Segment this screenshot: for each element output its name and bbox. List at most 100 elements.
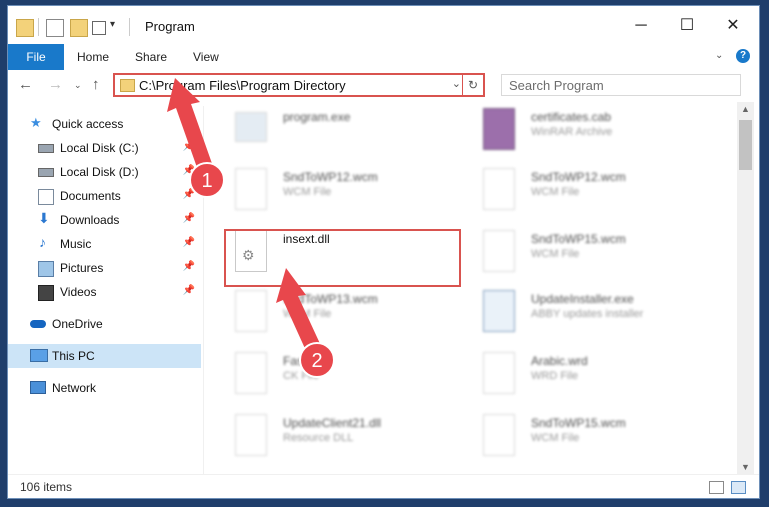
search-box[interactable]: Search Program bbox=[501, 74, 741, 96]
sidebar-item-label: This PC bbox=[52, 349, 95, 363]
drive-icon bbox=[38, 168, 54, 177]
file-icon bbox=[483, 168, 515, 210]
customize-qat-icon[interactable] bbox=[92, 21, 106, 35]
sidebar-item-label: Network bbox=[52, 381, 97, 395]
refresh-icon[interactable]: ↻ bbox=[462, 75, 483, 95]
file-icon bbox=[483, 230, 515, 272]
videos-icon bbox=[38, 285, 54, 301]
file-item[interactable]: UpdateInstaller.exe ABBY updates install… bbox=[471, 284, 701, 340]
scroll-thumb[interactable] bbox=[739, 120, 752, 170]
qat-dropdown-icon[interactable]: ▾ bbox=[110, 19, 115, 30]
scroll-down-icon[interactable]: ▼ bbox=[741, 462, 750, 472]
sidebar-item-local-disk-d[interactable]: Local Disk (D:) 📌 bbox=[8, 160, 201, 184]
downloads-icon: ⬇ bbox=[38, 210, 50, 226]
sidebar-item-onedrive[interactable]: OneDrive bbox=[8, 312, 201, 336]
sidebar-item-this-pc[interactable]: This PC bbox=[8, 344, 201, 368]
file-name: certificates.cab bbox=[531, 110, 612, 124]
ribbon: File Home Share View ⌄ ? bbox=[8, 44, 759, 71]
sidebar-item-label: Quick access bbox=[52, 117, 124, 131]
sidebar-item-network[interactable]: Network bbox=[8, 376, 201, 400]
back-arrow-icon[interactable]: ← bbox=[18, 76, 33, 93]
pin-icon[interactable]: 📌 bbox=[183, 213, 195, 224]
pin-icon[interactable]: 📌 bbox=[183, 285, 195, 296]
minimize-button[interactable]: ─ bbox=[618, 14, 664, 38]
file-icon bbox=[235, 290, 267, 332]
highlight-box bbox=[224, 229, 461, 287]
pictures-icon bbox=[38, 261, 54, 277]
details-view-icon[interactable] bbox=[709, 481, 724, 494]
file-icon bbox=[483, 352, 515, 394]
file-type: WinRAR Archive bbox=[531, 126, 613, 138]
file-item[interactable]: program.exe bbox=[223, 102, 453, 158]
sidebar-item-local-disk-c[interactable]: Local Disk (C:) 📌 bbox=[8, 136, 201, 160]
file-item[interactable]: SndToWP15.wcm WCM File bbox=[471, 408, 701, 464]
file-name: Arabic.wrd bbox=[531, 354, 588, 368]
file-name: FastDisk bbox=[283, 354, 330, 368]
sidebar-item-downloads[interactable]: ⬇ Downloads 📌 bbox=[8, 208, 201, 232]
file-name: SndToWP15.wcm bbox=[531, 232, 626, 246]
window-title: Program bbox=[145, 19, 195, 34]
sidebar-item-videos[interactable]: Videos 📌 bbox=[8, 280, 201, 304]
address-bar[interactable]: C:\Program Files\Program Directory ⌄ ↻ bbox=[113, 73, 485, 97]
tab-view[interactable]: View bbox=[193, 44, 219, 70]
up-arrow-icon[interactable]: ↑ bbox=[92, 76, 100, 93]
close-button[interactable]: ✕ bbox=[710, 14, 756, 38]
archive-icon bbox=[483, 108, 515, 150]
tab-home[interactable]: Home bbox=[77, 44, 109, 70]
pin-icon[interactable]: 📌 bbox=[183, 165, 195, 176]
tab-share[interactable]: Share bbox=[135, 44, 167, 70]
sidebar-item-documents[interactable]: Documents 📌 bbox=[8, 184, 201, 208]
pin-icon[interactable]: 📌 bbox=[183, 141, 195, 152]
sidebar-item-label: Music bbox=[60, 237, 92, 251]
folder-icon bbox=[16, 19, 34, 37]
file-name: UpdateClient21.dll bbox=[283, 416, 382, 430]
address-path[interactable]: C:\Program Files\Program Directory bbox=[139, 78, 346, 93]
network-icon bbox=[30, 381, 46, 394]
search-placeholder[interactable]: Search Program bbox=[509, 78, 604, 93]
file-item[interactable]: Arabic.wrd WRD File bbox=[471, 346, 701, 402]
drive-icon bbox=[38, 144, 54, 153]
file-item[interactable]: SndToWP15.wcm WCM File bbox=[471, 224, 701, 280]
tab-file[interactable]: File bbox=[8, 44, 64, 70]
folder-icon bbox=[120, 79, 135, 92]
file-item[interactable]: UpdateClient21.dll Resource DLL bbox=[223, 408, 453, 464]
file-item[interactable]: SndToWP12.wcm WCM File bbox=[223, 162, 453, 218]
navigation-bar: ← → ⌄ ↑ C:\Program Files\Program Directo… bbox=[8, 70, 759, 102]
sidebar-item-music[interactable]: ♪ Music 📌 bbox=[8, 232, 201, 256]
ribbon-expand-icon[interactable]: ⌄ bbox=[715, 50, 723, 61]
file-item[interactable]: SndToWP12.wcm WCM File bbox=[471, 162, 701, 218]
navigation-pane: ★ Quick access Local Disk (C:) 📌 Local D… bbox=[8, 106, 203, 464]
pin-icon[interactable]: 📌 bbox=[183, 237, 195, 248]
properties-icon[interactable] bbox=[46, 19, 64, 37]
file-type: WCM File bbox=[283, 186, 332, 198]
exe-icon bbox=[235, 112, 267, 142]
address-dropdown-icon[interactable]: ⌄ bbox=[452, 77, 461, 90]
forward-arrow-icon[interactable]: → bbox=[48, 76, 63, 93]
sidebar-item-label: OneDrive bbox=[52, 317, 103, 331]
file-name: SndToWP15.wcm bbox=[531, 416, 626, 430]
file-item[interactable]: SndToWP13.wcm WCM File bbox=[223, 284, 453, 340]
item-count: 106 items bbox=[20, 480, 73, 494]
large-icons-view-icon[interactable] bbox=[731, 481, 746, 494]
file-type: WCM File bbox=[531, 186, 580, 198]
help-icon[interactable]: ? bbox=[736, 49, 750, 63]
maximize-button[interactable]: ☐ bbox=[664, 14, 710, 38]
sidebar-item-label: Downloads bbox=[60, 213, 120, 227]
new-folder-icon[interactable] bbox=[70, 19, 88, 37]
installer-icon bbox=[483, 290, 515, 332]
recent-locations-icon[interactable]: ⌄ bbox=[74, 80, 82, 91]
file-icon bbox=[483, 414, 515, 456]
computer-icon bbox=[30, 349, 48, 362]
file-name: SndToWP12.wcm bbox=[283, 170, 378, 184]
sidebar-item-pictures[interactable]: Pictures 📌 bbox=[8, 256, 201, 280]
file-item[interactable]: certificates.cab WinRAR Archive bbox=[471, 102, 701, 158]
sidebar-item-quick-access[interactable]: ★ Quick access bbox=[8, 112, 201, 136]
dll-gear-icon bbox=[235, 414, 267, 456]
vertical-scrollbar[interactable]: ▲ ▼ bbox=[737, 102, 754, 474]
scroll-up-icon[interactable]: ▲ bbox=[741, 104, 750, 114]
sidebar-item-label: Pictures bbox=[60, 261, 104, 275]
pin-icon[interactable]: 📌 bbox=[183, 189, 195, 200]
file-type: WCM File bbox=[531, 432, 580, 444]
pin-icon[interactable]: 📌 bbox=[183, 261, 195, 272]
file-item[interactable]: FastDisk CK File bbox=[223, 346, 453, 402]
